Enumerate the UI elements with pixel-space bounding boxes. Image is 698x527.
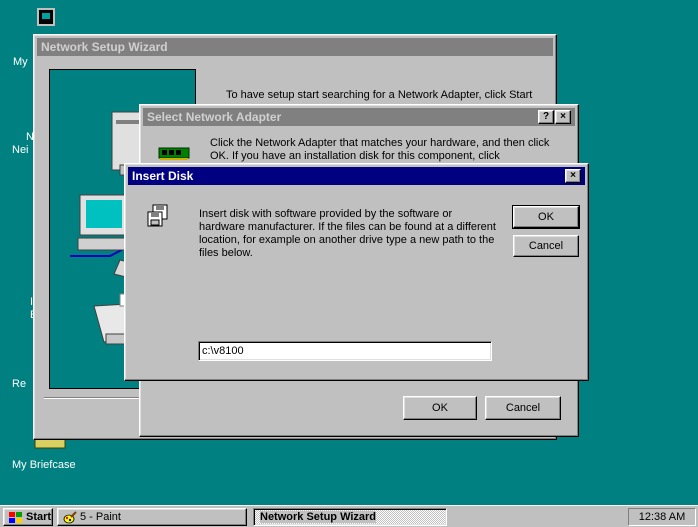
taskbar-item-paint-label: 5 - Paint [80, 511, 121, 523]
system-tray: 12:38 AM [628, 508, 696, 526]
taskbar-item-paint[interactable]: 5 - Paint [57, 508, 247, 526]
insert-disk-dialog: Insert Disk × Insert disk with software … [124, 163, 589, 381]
taskbar-item-network-setup-wizard[interactable]: Network Setup Wizard [253, 508, 447, 526]
start-button[interactable]: Start [3, 508, 53, 526]
clock[interactable]: 12:38 AM [639, 511, 685, 523]
desktop-label-briefcase[interactable]: My Briefcase [12, 459, 76, 471]
monitor-icon [42, 13, 50, 19]
taskbar: Start 5 - Paint Network Setup Wizard 12:… [0, 505, 698, 527]
ok-button[interactable]: OK [403, 396, 477, 420]
network-card-icon [158, 147, 190, 161]
desktop-top-icon[interactable] [37, 8, 55, 26]
insert-disk-message: Insert disk with software provided by th… [199, 208, 496, 259]
wizard-instruction-text: To have setup start searching for a Netw… [226, 89, 533, 101]
path-input[interactable] [198, 341, 492, 361]
close-button[interactable]: × [565, 169, 581, 183]
paint-icon [63, 511, 77, 524]
windows-logo-icon [9, 512, 23, 523]
cancel-button[interactable]: Cancel [513, 235, 579, 257]
select-adapter-titlebar[interactable]: Select Network Adapter [143, 108, 575, 126]
insert-disk-titlebar[interactable]: Insert Disk [128, 167, 585, 185]
cancel-button[interactable]: Cancel [485, 396, 561, 420]
desktop-label-network-2[interactable]: Nei [12, 144, 29, 156]
wizard-titlebar[interactable]: Network Setup Wizard [37, 38, 553, 56]
desktop-label-recycle[interactable]: Re [12, 378, 26, 390]
close-button[interactable]: × [555, 110, 571, 124]
select-adapter-text: Click the Network Adapter that matches y… [210, 137, 550, 162]
ok-button[interactable]: OK [512, 205, 580, 229]
start-label: Start [26, 511, 52, 523]
taskbar-item-network-setup-wizard-label: Network Setup Wizard [260, 511, 377, 523]
disk-icon [147, 204, 169, 228]
help-button[interactable]: ? [538, 110, 554, 124]
desktop-label-my-computer[interactable]: My [13, 56, 28, 68]
